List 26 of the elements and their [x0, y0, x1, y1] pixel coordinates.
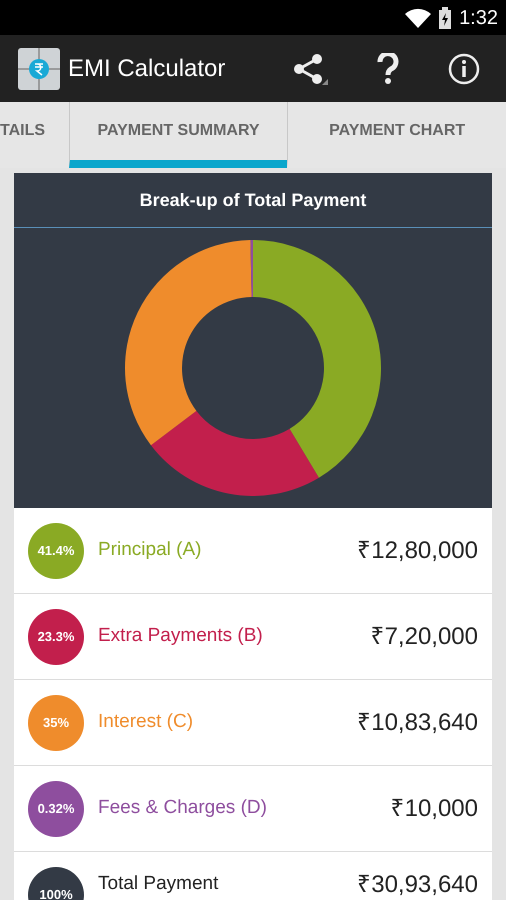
row-amount: ₹30,93,640	[357, 873, 478, 897]
row-label: Interest (C)	[98, 710, 194, 734]
percent-badge: 35%	[28, 694, 84, 750]
tab[interactable]: PAYMENT CHART	[287, 102, 506, 168]
app-title: EMI Calculator	[68, 54, 226, 84]
percent-badge: 41.4%	[28, 522, 84, 578]
card-title: Break-up of Total Payment	[140, 188, 366, 212]
row-amount: ₹10,000	[390, 794, 478, 824]
info-icon	[448, 52, 480, 84]
battery-icon	[439, 6, 452, 28]
share-icon	[292, 52, 328, 84]
percent-badge: 100%	[28, 866, 84, 900]
help-icon	[377, 52, 399, 84]
row-label: Extra Payments (B)	[98, 624, 263, 648]
percent-badge: 0.32%	[28, 780, 84, 836]
row-amount: ₹7,20,000	[370, 622, 478, 652]
row-label: Principal (A)	[98, 538, 202, 562]
wifi-icon	[405, 8, 432, 28]
calculator-icon	[18, 48, 60, 90]
row-label: Fees & Charges (D)	[98, 796, 267, 820]
row-label: Total Payment	[98, 872, 218, 896]
status-time: 1:32	[459, 6, 498, 30]
row-amount: ₹10,83,640	[357, 708, 478, 738]
tab[interactable]: TAILS	[0, 102, 69, 168]
row-amount: ₹12,80,000	[357, 536, 478, 566]
percent-badge: 23.3%	[28, 608, 84, 664]
